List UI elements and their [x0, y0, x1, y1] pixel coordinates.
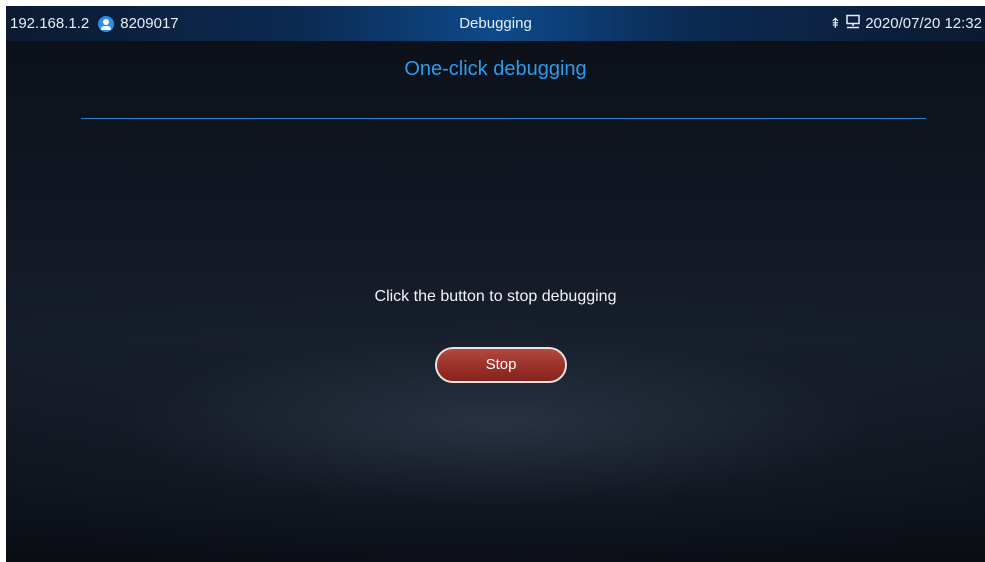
- instruction-message: Click the button to stop debugging: [374, 288, 617, 305]
- debugging-screen: 192.168.1.2 8209017 Debugging ⇞ 2020/07/…: [6, 6, 985, 562]
- network-icon: [845, 14, 861, 34]
- account-number: 8209017: [120, 15, 179, 32]
- usb-icon: ⇞: [829, 15, 842, 32]
- user-icon: [98, 15, 115, 32]
- datetime: 2020/07/20 12:32: [865, 15, 982, 32]
- title-divider: [81, 118, 926, 119]
- page-title: One-click debugging: [404, 58, 587, 80]
- status-bar-left: 192.168.1.2 8209017: [10, 6, 179, 41]
- ip-address: 192.168.1.2: [10, 15, 90, 32]
- status-bar: 192.168.1.2 8209017 Debugging ⇞ 2020/07/…: [6, 6, 985, 41]
- stop-button[interactable]: Stop: [435, 347, 567, 383]
- status-bar-right: ⇞ 2020/07/20 12:32: [829, 6, 982, 41]
